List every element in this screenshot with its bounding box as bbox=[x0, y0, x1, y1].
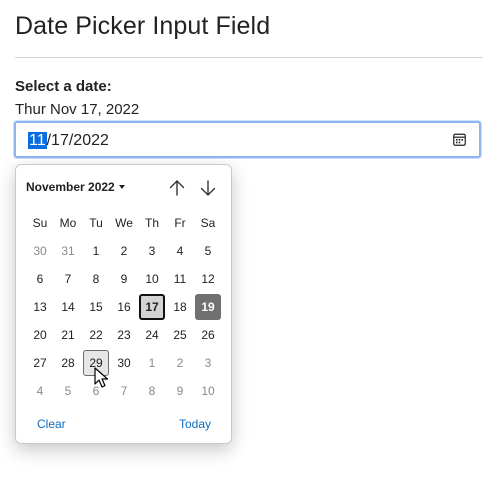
calendar-day[interactable]: 5 bbox=[194, 237, 222, 265]
calendar-day[interactable]: 22 bbox=[82, 321, 110, 349]
calendar-day[interactable]: 24 bbox=[138, 321, 166, 349]
calendar-day[interactable]: 14 bbox=[54, 293, 82, 321]
date-input-value[interactable]: 11/17/2022 bbox=[28, 132, 109, 150]
calendar-day[interactable]: 26 bbox=[194, 321, 222, 349]
calendar-day[interactable]: 23 bbox=[110, 321, 138, 349]
calendar-day[interactable]: 3 bbox=[138, 237, 166, 265]
calendar-day[interactable]: 7 bbox=[54, 265, 82, 293]
mouse-cursor-icon bbox=[94, 367, 109, 388]
weekday-header: Th bbox=[144, 216, 159, 230]
calendar-day[interactable]: 21 bbox=[54, 321, 82, 349]
caret-down-icon bbox=[118, 185, 125, 189]
weekday-header: Mo bbox=[59, 216, 77, 230]
calendar-day-other-month[interactable]: 4 bbox=[26, 377, 54, 405]
calendar-day[interactable]: 18 bbox=[166, 293, 194, 321]
calendar-day[interactable]: 2 bbox=[110, 237, 138, 265]
arrow-up-icon[interactable] bbox=[166, 177, 188, 199]
selected-date-text: Thur Nov 17, 2022 bbox=[15, 101, 140, 118]
calendar-day[interactable]: 6 bbox=[26, 265, 54, 293]
calendar-day-other-month[interactable]: 1 bbox=[138, 349, 166, 377]
calendar-day[interactable]: 11 bbox=[166, 265, 194, 293]
calendar-day[interactable]: 30 bbox=[110, 349, 138, 377]
calendar-popup: November 2022 Su Mo Tu We Th Fr Sa 30 31 1 2 3 4 5 6 7 8… bbox=[15, 164, 232, 444]
calendar-day[interactable]: 8 bbox=[82, 265, 110, 293]
weekday-header: We bbox=[115, 216, 133, 230]
calendar-day-other-month[interactable]: 30 bbox=[26, 237, 54, 265]
calendar-day[interactable]: 10 bbox=[138, 265, 166, 293]
calendar-day[interactable]: 9 bbox=[110, 265, 138, 293]
arrow-down-icon[interactable] bbox=[197, 177, 219, 199]
calendar-day[interactable]: 25 bbox=[166, 321, 194, 349]
clear-button[interactable]: Clear bbox=[37, 417, 66, 431]
calendar-day-other-month[interactable]: 3 bbox=[194, 349, 222, 377]
month-year-label: November 2022 bbox=[26, 180, 115, 194]
calendar-day[interactable]: 4 bbox=[166, 237, 194, 265]
calendar-icon[interactable] bbox=[453, 133, 466, 146]
weekday-header: Sa bbox=[200, 216, 216, 230]
calendar-day[interactable]: 16 bbox=[110, 293, 138, 321]
calendar-day-other-month[interactable]: 8 bbox=[138, 377, 166, 405]
calendar-day-selected[interactable]: 19 bbox=[195, 294, 221, 320]
page-title: Date Picker Input Field bbox=[15, 12, 271, 40]
calendar-day[interactable]: 1 bbox=[82, 237, 110, 265]
calendar-day-other-month[interactable]: 5 bbox=[54, 377, 82, 405]
calendar-day-other-month[interactable]: 10 bbox=[194, 377, 222, 405]
date-field-label: Select a date: bbox=[15, 78, 112, 95]
date-input-rest: /17/2022 bbox=[46, 132, 109, 149]
calendar-day-other-month[interactable]: 2 bbox=[166, 349, 194, 377]
weekday-header: Tu bbox=[89, 216, 103, 230]
calendar-day-other-month[interactable]: 31 bbox=[54, 237, 82, 265]
calendar-day[interactable]: 28 bbox=[54, 349, 82, 377]
calendar-day[interactable]: 12 bbox=[194, 265, 222, 293]
calendar-day[interactable]: 27 bbox=[26, 349, 54, 377]
calendar-grid: Su Mo Tu We Th Fr Sa 30 31 1 2 3 4 5 6 7 8 9 10 11 12 13 14 15 1… bbox=[26, 209, 222, 405]
weekday-header: Su bbox=[32, 216, 48, 230]
calendar-day-other-month[interactable]: 7 bbox=[110, 377, 138, 405]
date-input[interactable]: 11/17/2022 bbox=[14, 121, 481, 158]
weekday-header: Fr bbox=[174, 216, 186, 230]
calendar-day-other-month[interactable]: 9 bbox=[166, 377, 194, 405]
calendar-day[interactable]: 15 bbox=[82, 293, 110, 321]
calendar-day[interactable]: 20 bbox=[26, 321, 54, 349]
today-button[interactable]: Today bbox=[179, 417, 211, 431]
title-divider bbox=[15, 57, 483, 58]
month-year-dropdown[interactable]: November 2022 bbox=[26, 180, 125, 194]
calendar-day[interactable]: 13 bbox=[26, 293, 54, 321]
date-input-month-segment[interactable]: 11 bbox=[28, 132, 47, 149]
calendar-day-today[interactable]: 17 bbox=[139, 294, 165, 320]
